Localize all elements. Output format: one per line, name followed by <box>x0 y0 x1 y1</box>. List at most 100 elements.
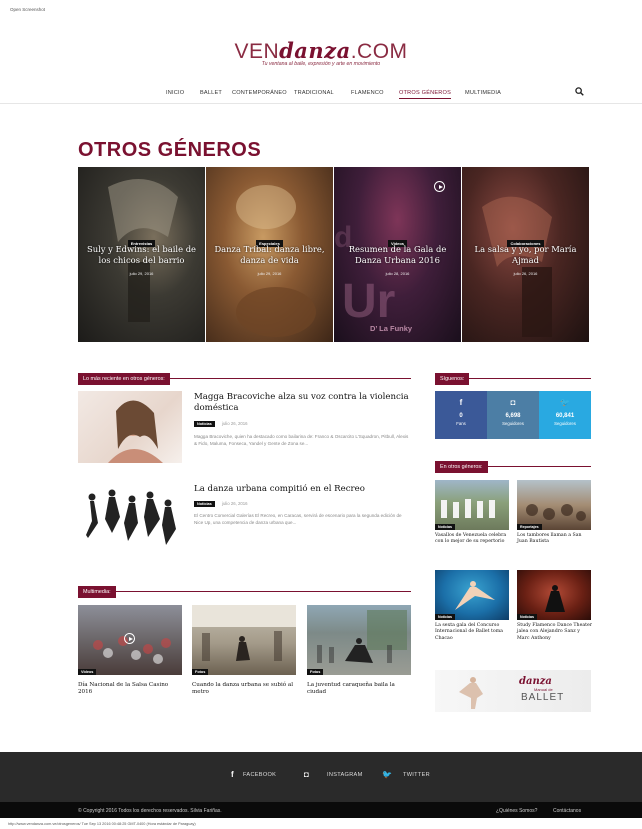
nav-item-ballet[interactable]: BALLET <box>200 90 222 96</box>
article-date: julio 26, 2016 <box>222 421 248 426</box>
nav-item-inicio[interactable]: INICIO <box>166 90 184 96</box>
sidebar-image-figure <box>441 499 495 518</box>
play-icon[interactable] <box>434 181 445 192</box>
section-header-recent: Lo más reciente en otros géneros: <box>78 367 411 385</box>
footer-link-instagram[interactable]: INSTAGRAM <box>327 772 363 778</box>
hero-title[interactable]: Resumen de la Gala de Danza Urbana 2016 <box>339 244 456 265</box>
category-badge[interactable]: Noticias <box>194 421 215 427</box>
search-icon[interactable] <box>575 87 584 96</box>
social-count: 6,698 <box>505 413 521 419</box>
ad-title: BALLET <box>521 692 565 703</box>
sidebar-thumbnail[interactable]: Noticias <box>435 480 509 530</box>
multimedia-thumbnail[interactable]: Videos <box>78 605 182 675</box>
multimedia-image-figure <box>192 605 296 661</box>
instagram-icon: ◘ <box>510 398 516 407</box>
multimedia-title[interactable]: Cuando la danza urbana se subió al metro <box>192 682 296 696</box>
category-badge[interactable]: Noticias <box>194 501 215 507</box>
nav-divider <box>0 103 642 104</box>
hero-tile[interactable]: Especiales Danza Tribal: danza libre, da… <box>206 167 333 342</box>
twitter-icon[interactable]: 🐦 <box>382 770 392 779</box>
section-header-multimedia: Multimedia: <box>78 580 411 598</box>
facebook-icon[interactable]: f <box>231 770 234 779</box>
sidebar-image-figure <box>455 581 495 610</box>
play-icon[interactable] <box>124 633 135 644</box>
section-title: En otros géneros: <box>435 461 488 473</box>
section-header-other-genres: En otros géneros: <box>435 455 591 473</box>
article-excerpt: Magga Bracoviche, quien ha destacado com… <box>194 434 409 447</box>
article-thumbnail-figure <box>108 400 163 463</box>
nav-item-tradicional[interactable]: TRADICIONAL <box>294 90 334 96</box>
svg-text:Ur: Ur <box>342 275 395 328</box>
sidebar-title[interactable]: Los tambores llaman a San Juan Bautista <box>517 533 593 546</box>
article-title[interactable]: Magga Bracoviche alza su voz contra la v… <box>194 392 409 414</box>
section-title: Síguenos: <box>435 373 470 385</box>
multimedia-title[interactable]: La juventud caraqueña baila la ciudad <box>307 682 411 696</box>
footer <box>0 752 642 802</box>
site-tagline: Tu ventana al baile, expresión y arte en… <box>261 61 381 67</box>
nav-item-flamenco[interactable]: FLAMENCO <box>351 90 384 96</box>
sidebar-title[interactable]: Study Flamenco Dance Theater jalea con A… <box>517 623 593 642</box>
ballet-manual-ad[interactable]: danza Manual de BALLET <box>435 670 591 712</box>
hero-image-text: D’ La Funky <box>370 324 413 333</box>
multimedia-thumbnail[interactable]: Fotos <box>307 605 411 675</box>
nav-item-multimedia[interactable]: MULTIMEDIA <box>465 90 501 96</box>
sidebar-category[interactable]: Noticias <box>517 614 537 620</box>
hero-title[interactable]: Suly y Edwins: el baile de los chicos de… <box>83 244 200 265</box>
multimedia-title[interactable]: Día Nacional de la Salsa Casino 2016 <box>78 682 182 696</box>
twitter-counter[interactable]: 🐦 60,841 Seguidores <box>539 391 591 439</box>
section-title: Lo más reciente en otros géneros: <box>78 373 170 385</box>
facebook-counter[interactable]: f 0 Fans <box>435 391 487 439</box>
sidebar-image-figure <box>526 504 586 521</box>
footer-link-twitter[interactable]: TWITTER <box>403 772 430 778</box>
sidebar-image-figure <box>545 585 565 612</box>
sidebar-category[interactable]: Noticias <box>435 614 455 620</box>
social-label: Seguidores <box>502 421 524 426</box>
nav-item-otros-generos[interactable]: OTROS GÉNEROS <box>399 90 452 99</box>
article-excerpt: El Centro Comercial Galerías El Recreo, … <box>194 513 402 526</box>
multimedia-category[interactable]: Fotos <box>192 669 209 675</box>
social-label: Fans <box>456 421 466 426</box>
ad-dancer-figure <box>459 677 489 709</box>
hero-title[interactable]: La salsa y yo, por María Ajmad <box>467 244 584 265</box>
footer-link-facebook[interactable]: FACEBOOK <box>243 772 276 778</box>
sidebar-thumbnail[interactable]: Noticias <box>517 570 591 620</box>
browser-top-note: Open Screenshot <box>10 7 46 12</box>
facebook-icon: f <box>459 398 463 407</box>
article-date: julio 26, 2016 <box>222 501 248 506</box>
hero-title[interactable]: Danza Tribal: danza libre, danza de vida <box>211 244 328 265</box>
social-count: 60,841 <box>555 413 575 419</box>
logo-part-ven: VEN <box>234 40 280 63</box>
multimedia-image-figure <box>317 610 407 663</box>
multimedia-thumbnail[interactable]: Fotos <box>192 605 296 675</box>
sidebar-thumbnail[interactable]: Noticias <box>435 570 509 620</box>
sidebar-thumbnail[interactable]: Reportajes <box>517 480 591 530</box>
footer-link-contactanos[interactable]: Contáctanos <box>553 808 581 814</box>
social-label: Seguidores <box>554 421 576 426</box>
ad-logo-danza: danza <box>519 676 552 687</box>
hero-tile[interactable]: Colaboraciones La salsa y yo, por María … <box>462 167 589 342</box>
footer-link-quienes-somos[interactable]: ¿Quiénes Somos? <box>496 808 537 814</box>
hero-tile[interactable]: Ur d Videos Resumen de la Gala de Danza … <box>334 167 461 342</box>
instagram-counter[interactable]: ◘ 6,698 Seguidores <box>487 391 539 439</box>
logo-part-danza: danza <box>279 38 351 63</box>
copyright-text: © Copyright 2016 Todos los derechos rese… <box>78 808 222 814</box>
sidebar-title[interactable]: Vasallos de Venezuela celebra con lo mej… <box>435 533 511 546</box>
page-title: OTROS GÉNEROS <box>78 139 262 161</box>
twitter-icon: 🐦 <box>560 398 570 407</box>
hero-tile[interactable]: Entrevistas Suly y Edwins: el baile de l… <box>78 167 205 342</box>
article-thumbnail[interactable] <box>78 483 182 555</box>
browser-url-note: http://www.vendanza.com.ve/otrosgeneros/… <box>8 822 196 826</box>
hero-date: julio 28, 2016 <box>385 271 410 276</box>
section-header-follow: Síguenos: <box>435 367 591 385</box>
article-title[interactable]: La danza urbana compitió en el Recreo <box>194 484 409 495</box>
main-nav: INICIO BALLET CONTEMPORÁNEO TRADICIONAL … <box>0 86 642 104</box>
sidebar-title[interactable]: La sexta gala del Concurso Internacional… <box>435 623 511 642</box>
nav-item-contemporaneo[interactable]: CONTEMPORÁNEO <box>232 90 287 96</box>
multimedia-category[interactable]: Fotos <box>307 669 324 675</box>
sidebar-category[interactable]: Noticias <box>435 524 455 530</box>
multimedia-category[interactable]: Videos <box>78 669 97 675</box>
article-thumbnail[interactable] <box>78 391 182 463</box>
hero-date: julio 29, 2016 <box>257 271 282 276</box>
sidebar-category[interactable]: Reportajes <box>517 524 542 530</box>
instagram-icon[interactable]: ◘ <box>304 770 309 779</box>
